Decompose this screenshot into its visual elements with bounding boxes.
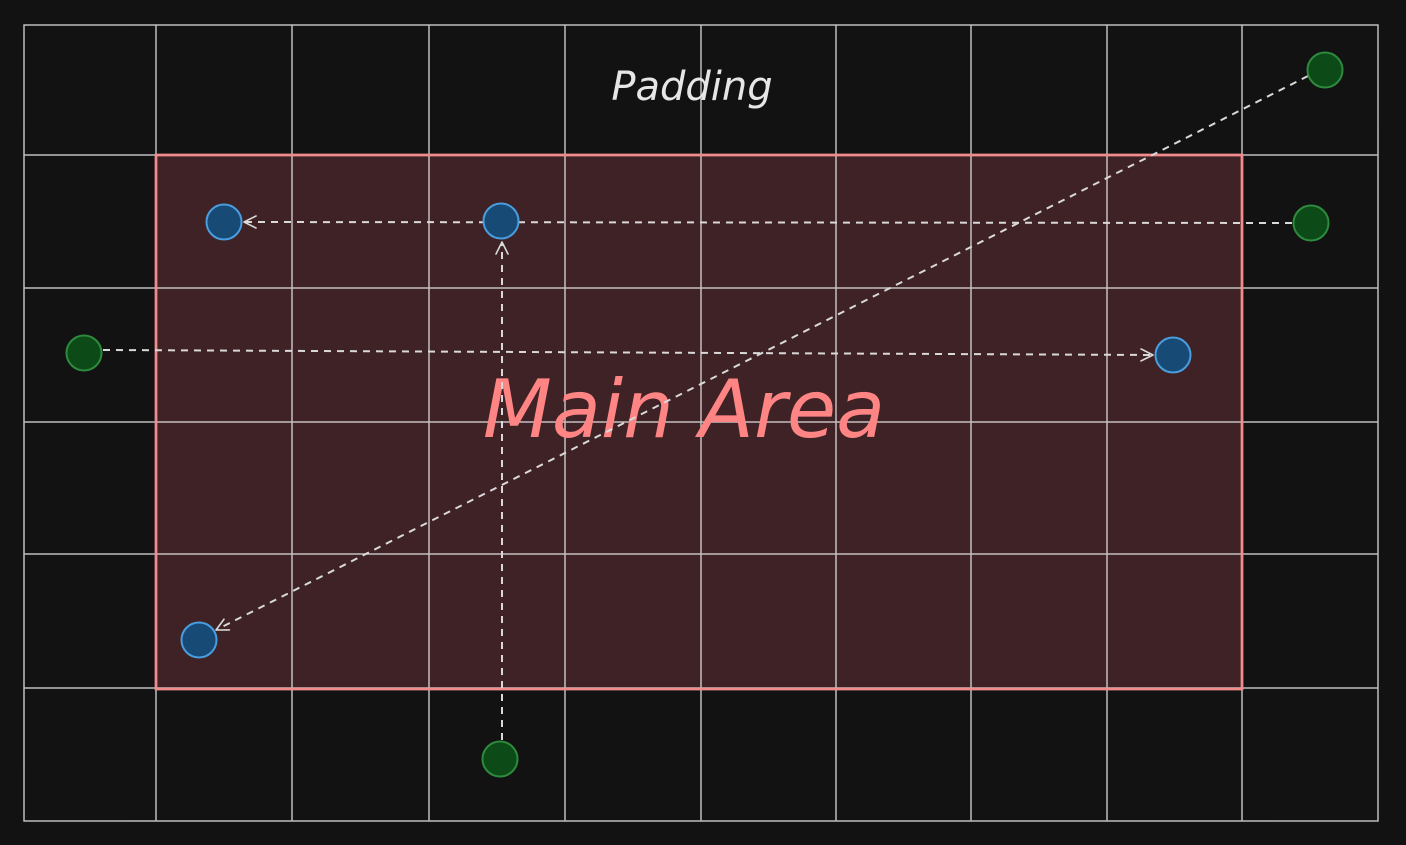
source-point-top-right xyxy=(1306,51,1344,89)
arrow-right-to-left xyxy=(243,215,1293,229)
main-area-label: Main Area xyxy=(483,363,885,456)
target-point-bottom-left xyxy=(180,621,218,659)
source-point-right xyxy=(1292,204,1330,242)
target-point-top xyxy=(482,202,520,240)
padding-main-area-diagram: Padding Main Area xyxy=(23,24,1379,822)
target-point-right xyxy=(1154,336,1192,374)
source-point-left xyxy=(65,334,103,372)
source-point-bottom xyxy=(481,740,519,778)
target-point-top-left xyxy=(205,203,243,241)
padding-label: Padding xyxy=(611,64,772,110)
